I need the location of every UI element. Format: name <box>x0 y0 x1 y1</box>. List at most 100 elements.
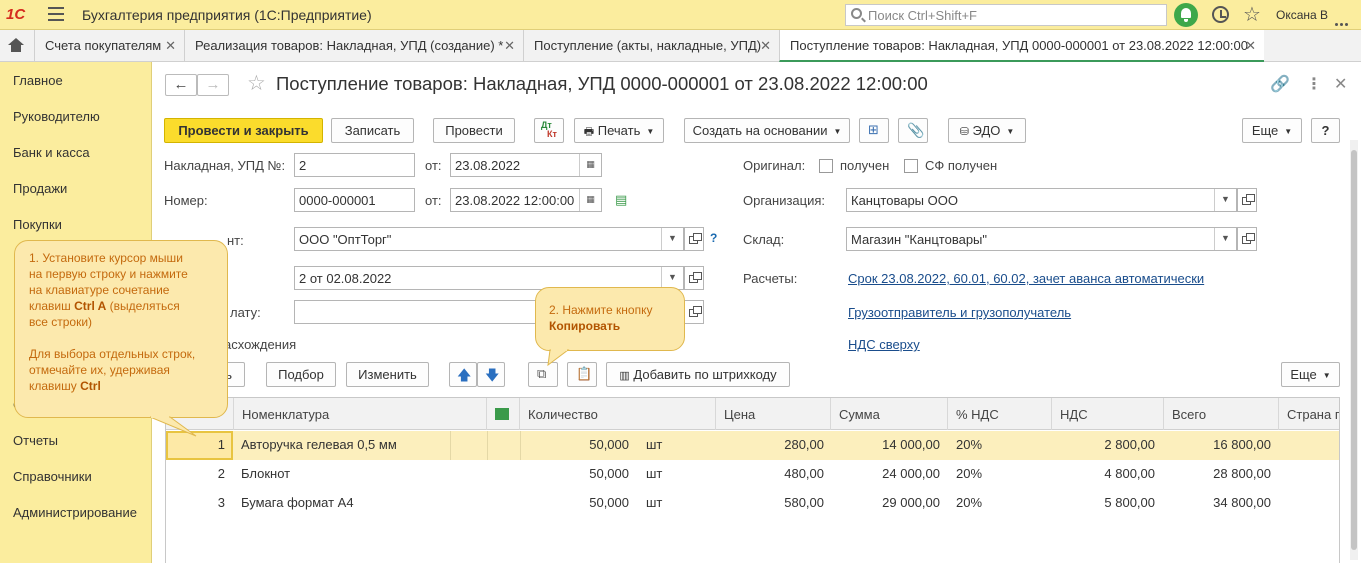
close-icon[interactable]: ✕ <box>1245 38 1256 54</box>
table-more-button[interactable]: Еще ▼ <box>1281 362 1340 387</box>
column-header-vat-rate[interactable]: % НДС <box>948 398 1052 430</box>
sidebar-item-reports[interactable]: Отчеты <box>13 433 58 448</box>
document-status-icon[interactable]: ▤ <box>615 192 627 208</box>
open-warehouse-icon[interactable] <box>1237 227 1257 251</box>
print-button[interactable]: 🖶 Печать ▼ <box>574 118 664 143</box>
invoice-date-value: 23.08.2022 <box>455 158 521 173</box>
notifications-bell-icon[interactable] <box>1174 3 1198 27</box>
table-row[interactable]: 2 Блокнот 50,000 шт 480,00 24 000,00 20%… <box>166 460 1339 489</box>
kt-label: Кт <box>547 129 557 139</box>
sidebar-item-purchases[interactable]: Покупки <box>13 217 62 232</box>
open-contract-icon[interactable] <box>684 266 704 290</box>
column-header-nomenclature[interactable]: Номенклатура <box>234 398 487 430</box>
chevron-down-icon[interactable]: ▼ <box>661 267 683 289</box>
tab-invoices-to-buyers[interactable]: Счета покупателям ✕ <box>34 30 184 62</box>
discrepancy-label[interactable]: асхождения <box>224 337 296 352</box>
vertical-scrollbar[interactable] <box>1350 140 1358 560</box>
forward-button[interactable]: → <box>197 74 229 96</box>
open-organization-icon[interactable] <box>1237 188 1257 212</box>
save-button[interactable]: Записать <box>331 118 414 143</box>
dt-kt-button[interactable]: Дт Кт <box>534 118 564 143</box>
search-input[interactable]: Поиск Ctrl+Shift+F <box>845 4 1167 26</box>
vat-on-top-link[interactable]: НДС сверху <box>848 337 920 352</box>
sidebar-item-directories[interactable]: Справочники <box>13 469 92 484</box>
number-input[interactable]: 0000-000001 <box>294 188 415 212</box>
column-header-price[interactable]: Цена <box>716 398 831 430</box>
close-icon[interactable]: ✕ <box>760 38 771 54</box>
change-button[interactable]: Изменить <box>346 362 429 387</box>
link-icon[interactable]: 🔗 <box>1270 74 1290 94</box>
close-icon[interactable]: ✕ <box>504 38 515 54</box>
chevron-down-icon[interactable]: ▼ <box>1214 228 1236 250</box>
open-counterparty-icon[interactable] <box>684 227 704 251</box>
sidebar-item-bank[interactable]: Банк и касса <box>13 145 90 160</box>
history-icon[interactable] <box>1212 6 1229 23</box>
attachment-icon[interactable]: 📎 <box>898 118 928 143</box>
sf-received-checkbox[interactable] <box>904 159 918 173</box>
calendar-icon[interactable]: ▦ <box>579 154 601 176</box>
row-price: 480,00 <box>784 466 824 481</box>
home-icon <box>8 38 24 52</box>
document-form: ← → ☆ Поступление товаров: Накладная, УП… <box>152 62 1361 563</box>
structure-icon[interactable]: ⊞ <box>859 118 889 143</box>
back-button[interactable]: ← <box>165 74 197 96</box>
help-question-icon[interactable]: ? <box>710 231 717 245</box>
help-button[interactable]: ? <box>1311 118 1340 143</box>
sidebar-item-manager[interactable]: Руководителю <box>13 109 100 124</box>
callout-text: клавиш Ctrl A (выделяться <box>29 299 180 313</box>
chevron-down-icon[interactable]: ▼ <box>1214 189 1236 211</box>
home-tab[interactable] <box>0 30 32 62</box>
shipper-consignee-link[interactable]: Грузоотправитель и грузополучатель <box>848 305 1071 320</box>
original-received-checkbox[interactable] <box>819 159 833 173</box>
app-logo[interactable]: 1С <box>6 6 25 23</box>
favorite-star-icon[interactable]: ☆ <box>247 71 266 96</box>
main-menu-icon[interactable] <box>48 7 64 21</box>
sidebar-item-main[interactable]: Главное <box>13 73 63 88</box>
counterparty-input[interactable]: ООО "ОптТорг" ▼ <box>294 227 684 251</box>
organization-value: Канцтовары ООО <box>851 193 958 208</box>
move-down-icon[interactable]: 🡇 <box>477 362 505 387</box>
close-icon[interactable]: ✕ <box>1334 74 1347 94</box>
close-icon[interactable]: ✕ <box>165 38 176 54</box>
move-up-icon[interactable]: 🡅 <box>449 362 477 387</box>
tab-sales-create[interactable]: Реализация товаров: Накладная, УПД (созд… <box>184 30 523 62</box>
column-header-total[interactable]: Всего <box>1164 398 1279 430</box>
sidebar-item-sales[interactable]: Продажи <box>13 181 67 196</box>
more-button[interactable]: Еще ▼ <box>1242 118 1302 143</box>
chevron-down-icon[interactable]: ▼ <box>661 228 683 250</box>
row-vat-rate: 20% <box>956 437 983 452</box>
calendar-icon[interactable]: ▦ <box>579 189 601 211</box>
edo-icon: ⛁ <box>959 126 969 138</box>
user-name[interactable]: Оксана В <box>1276 8 1328 22</box>
organization-input[interactable]: Канцтовары ООО ▼ <box>846 188 1237 212</box>
sidebar-item-administration[interactable]: Администрирование <box>13 505 137 520</box>
table-more-label: Еще <box>1290 367 1317 382</box>
post-and-close-button[interactable]: Провести и закрыть <box>164 118 323 143</box>
table-row[interactable]: 1 Авторучка гелевая 0,5 мм 50,000 шт 280… <box>166 431 1339 460</box>
tab-receipts-list[interactable]: Поступление (акты, накладные, УПД) ✕ <box>523 30 779 62</box>
create-based-on-button[interactable]: Создать на основании ▼ <box>684 118 850 143</box>
column-header-quantity[interactable]: Количество <box>520 398 716 430</box>
select-button[interactable]: Подбор <box>266 362 336 387</box>
open-payment-icon[interactable] <box>684 300 704 324</box>
post-button[interactable]: Провести <box>433 118 515 143</box>
column-header-excise[interactable] <box>487 398 520 430</box>
more-menu-icon[interactable] <box>1335 14 1355 26</box>
edo-button[interactable]: ⛁ ЭДО ▼ <box>948 118 1026 143</box>
add-by-barcode-button[interactable]: ▥ Добавить по штрихкоду <box>606 362 790 387</box>
row-number: 2 <box>217 466 225 481</box>
table-row[interactable]: 3 Бумага формат А4 50,000 шт 580,00 29 0… <box>166 489 1339 518</box>
row-unit: шт <box>646 495 663 510</box>
warehouse-input[interactable]: Магазин "Канцтовары" ▼ <box>846 227 1237 251</box>
invoice-date-input[interactable]: 23.08.2022 ▦ <box>450 153 602 177</box>
more-vertical-icon[interactable]: ⋮ <box>1306 74 1322 94</box>
settlements-link[interactable]: Срок 23.08.2022, 60.01, 60.02, зачет ава… <box>848 271 1204 286</box>
column-header-sum[interactable]: Сумма <box>831 398 948 430</box>
column-header-vat[interactable]: НДС <box>1052 398 1164 430</box>
column-header-country[interactable]: Страна п <box>1279 398 1339 430</box>
invoice-no-input[interactable]: 2 <box>294 153 415 177</box>
favorites-star-icon[interactable]: ☆ <box>1243 2 1261 27</box>
scrollbar-thumb[interactable] <box>1351 150 1357 550</box>
number-date-input[interactable]: 23.08.2022 12:00:00 ▦ <box>450 188 602 212</box>
tab-receipt-document[interactable]: Поступление товаров: Накладная, УПД 0000… <box>779 30 1264 62</box>
